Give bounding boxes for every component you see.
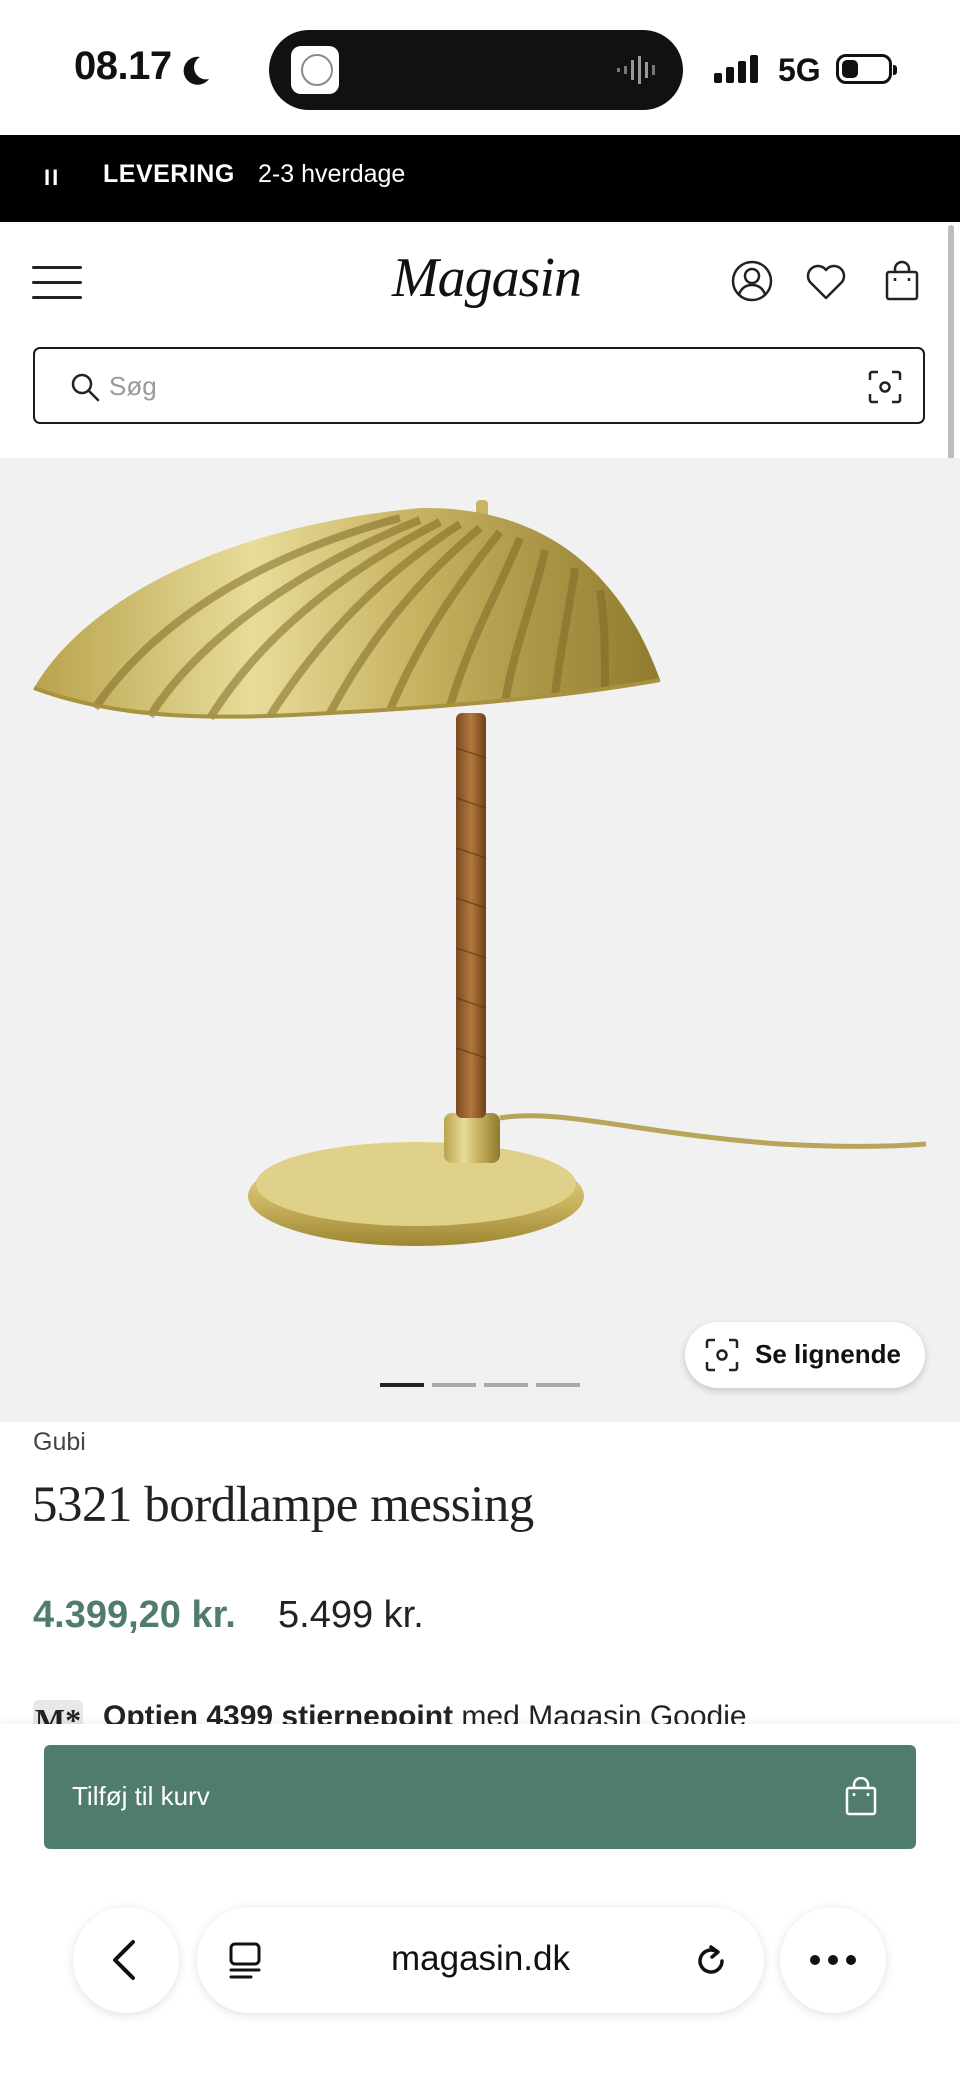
promo-label: LEVERING (103, 160, 235, 188)
pagination-dot[interactable] (484, 1383, 528, 1387)
heart-icon[interactable] (804, 260, 848, 304)
dynamic-island[interactable] (269, 30, 683, 110)
product-brand[interactable]: Gubi (33, 1428, 86, 1457)
shopping-bag-icon[interactable] (880, 259, 924, 303)
brass-table-lamp-image (33, 500, 927, 1246)
back-button[interactable] (73, 1907, 179, 2013)
battery-icon (836, 54, 897, 84)
promo-value: 2-3 hverdage (258, 160, 406, 188)
url-text[interactable]: magasin.dk (197, 1939, 764, 1979)
sale-price: 4.399,20 kr. (33, 1594, 236, 1636)
see-similar-button[interactable]: Se lignende (685, 1322, 925, 1388)
magasin-logo[interactable]: Magasin (392, 246, 582, 310)
more-options-button[interactable] (780, 1907, 886, 2013)
pagination-dot[interactable] (432, 1383, 476, 1387)
add-to-cart-label: Tilføj til kurv (72, 1781, 210, 1811)
product-title: 5321 bordlampe messing (32, 1477, 534, 1533)
waveform-icon (617, 56, 655, 84)
pagination-dot[interactable] (380, 1383, 424, 1387)
reload-icon[interactable] (691, 1941, 731, 1981)
promo-bar: II LEVERING 2-3 hverdage (0, 135, 960, 222)
search-icon (71, 373, 100, 402)
address-bar[interactable]: magasin.dk (197, 1907, 764, 2013)
see-similar-label: Se lignende (755, 1339, 901, 1369)
product-image[interactable] (0, 458, 960, 1422)
podcast-artwork (291, 46, 339, 94)
account-icon[interactable] (730, 259, 774, 303)
pagination-dot[interactable] (536, 1383, 580, 1387)
ellipsis-icon (810, 1955, 856, 1965)
pause-icon[interactable]: II (44, 165, 60, 191)
shopping-bag-icon (845, 1777, 877, 1816)
original-price: 5.499 kr. (278, 1594, 424, 1636)
signal-icon (714, 55, 762, 83)
network-type: 5G (778, 52, 821, 88)
status-time: 08.17 (74, 44, 172, 88)
moon-icon (183, 56, 209, 85)
chevron-left-icon (113, 1940, 135, 1980)
search-bar[interactable] (33, 347, 925, 424)
add-to-cart-button[interactable]: Tilføj til kurv (44, 1745, 916, 1849)
menu-icon[interactable] (32, 266, 82, 300)
gallery-pagination[interactable] (380, 1374, 588, 1392)
visual-search-icon (705, 1338, 739, 1372)
visual-search-icon[interactable] (867, 369, 903, 405)
search-input[interactable] (107, 363, 811, 409)
